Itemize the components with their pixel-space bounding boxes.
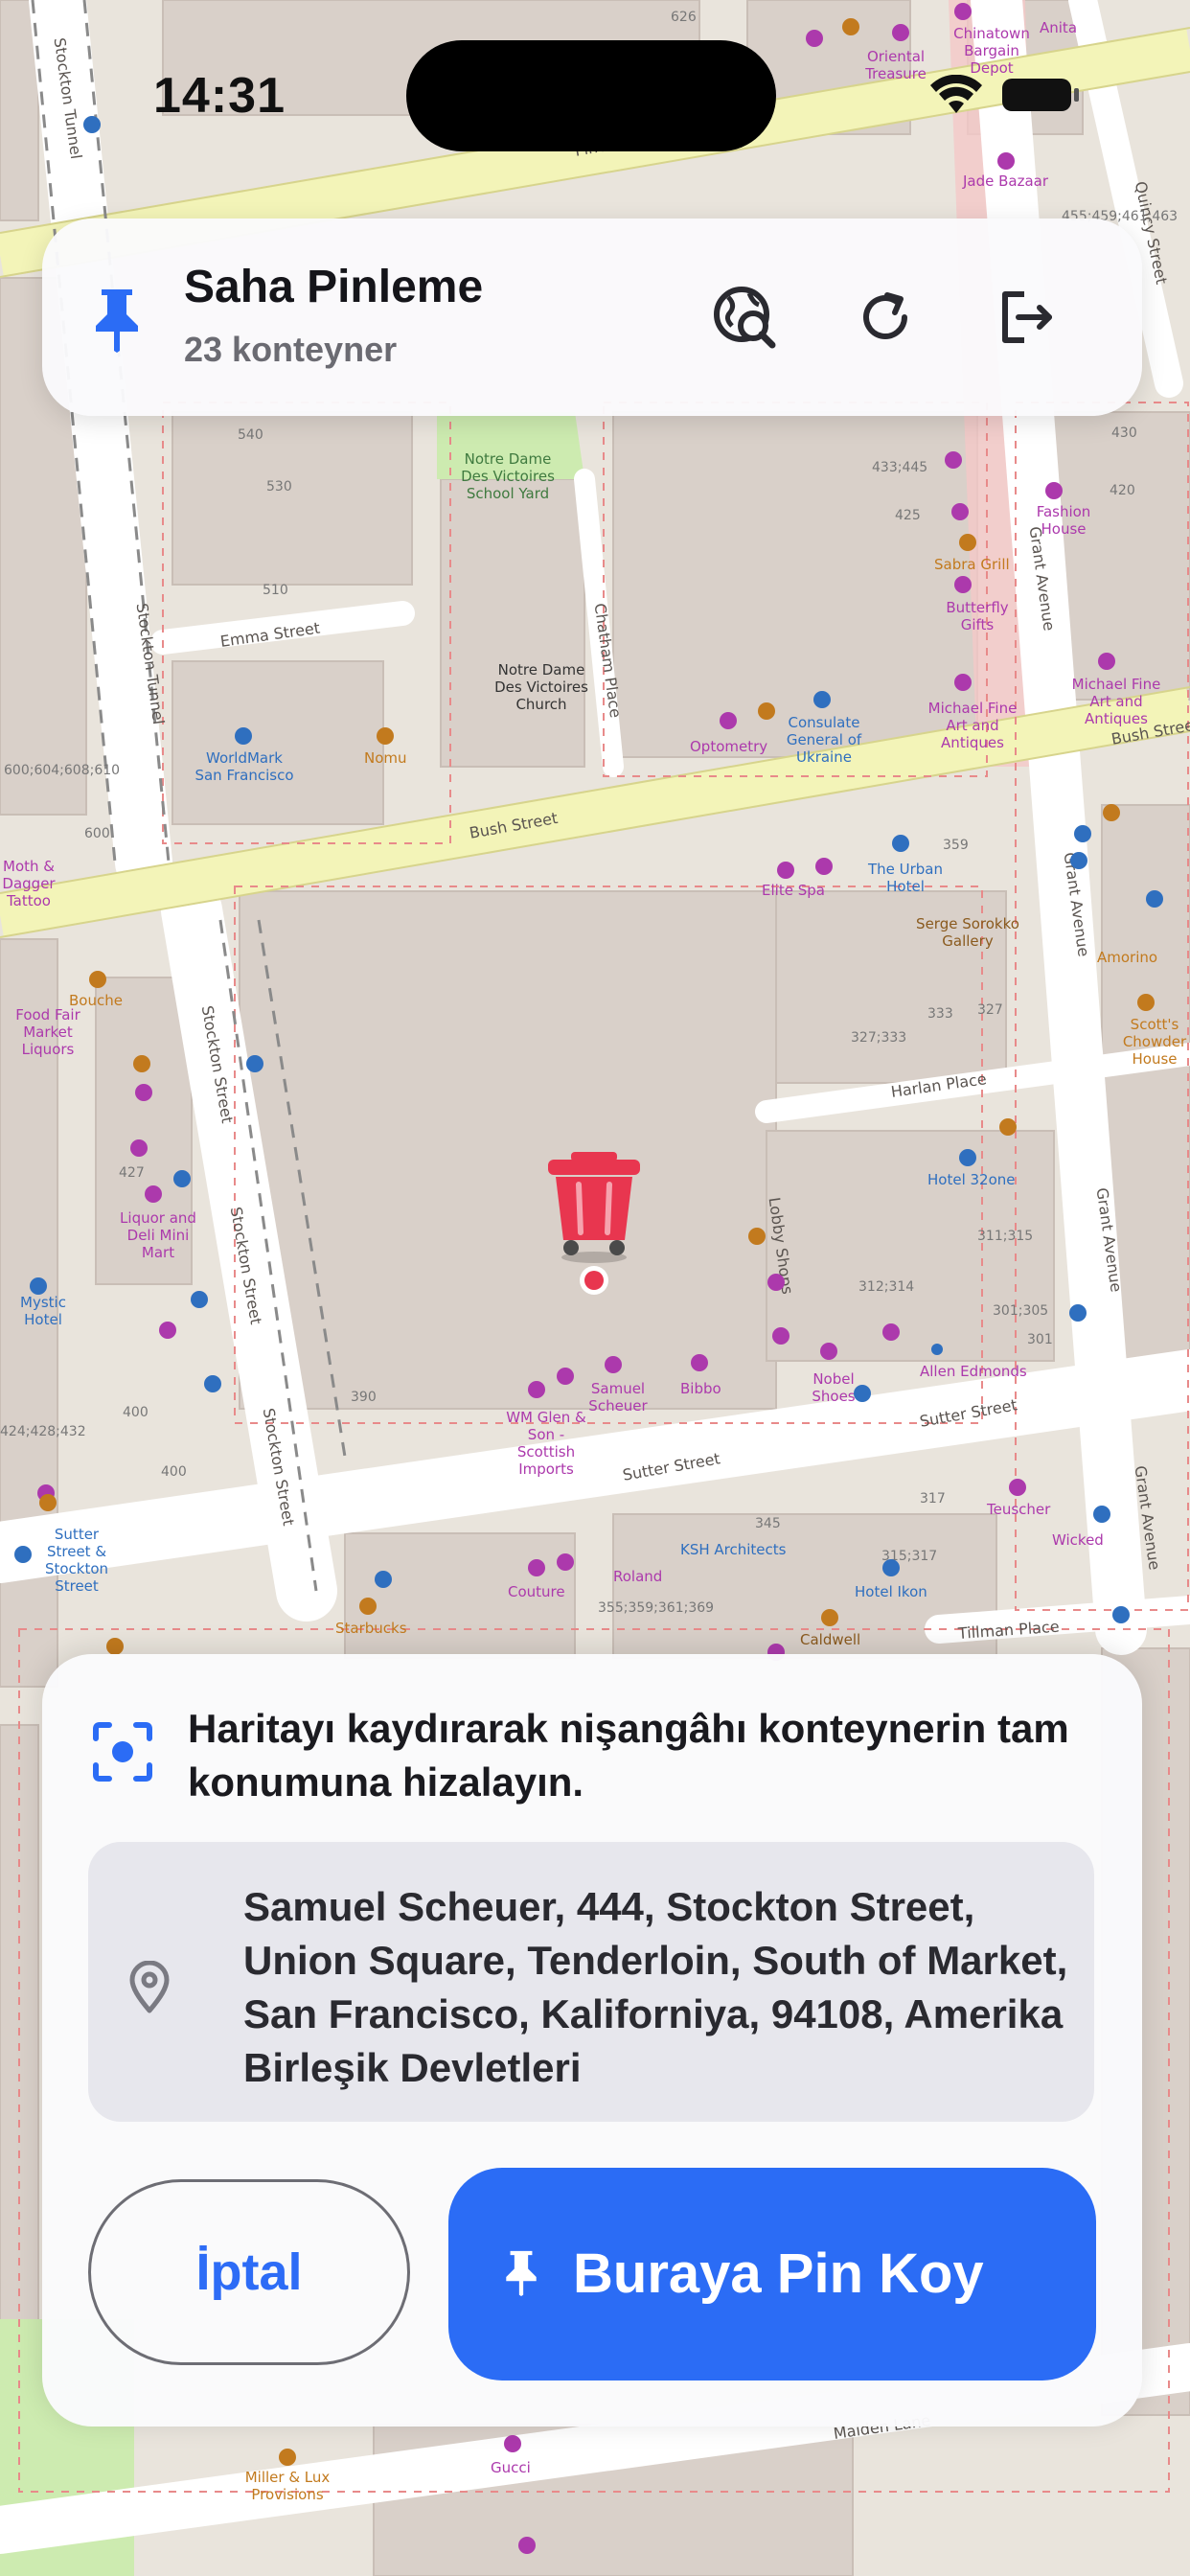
house-number: 315;317 (881, 1549, 938, 1564)
house-number: 400 (123, 1405, 149, 1420)
dynamic-island (406, 40, 776, 151)
logout-button[interactable] (985, 278, 1067, 360)
house-number: 311;315 (977, 1229, 1034, 1244)
poi-label: Wicked (1052, 1531, 1104, 1549)
poi-label: Mystic Hotel (20, 1294, 66, 1328)
poi-label: Notre Dame Des Victoires School Yard (461, 450, 555, 502)
poi-label: Optometry (690, 738, 768, 755)
status-icons (929, 74, 1081, 120)
wifi-icon (929, 74, 983, 120)
poi-label: Oriental Treasure (865, 48, 927, 82)
poi-label: Nomu (364, 749, 407, 767)
instruction-text: Haritayı kaydırarak nişangâhı konteyneri… (188, 1706, 1069, 1805)
house-number: 312;314 (858, 1279, 915, 1295)
confirm-pin-button[interactable]: Buraya Pin Koy (448, 2168, 1096, 2380)
crosshair-focus-icon (92, 1721, 153, 1787)
pin-icon (90, 286, 144, 357)
poi-label: Butterfly Gifts (946, 599, 1009, 633)
poi-label: Amorino (1097, 949, 1158, 966)
poi-label: Notre Dame Des Victoires Church (494, 661, 588, 713)
poi-label: Hotel 32one (927, 1171, 1016, 1188)
poi-label: Consulate General of Ukraine (786, 714, 862, 766)
poi-label: Liquor and Deli Mini Mart (120, 1209, 196, 1261)
house-number: 317 (920, 1491, 946, 1506)
globe-search-button[interactable] (703, 278, 786, 360)
poi-label: Bouche (69, 992, 123, 1009)
poi-label: Michael Fine Art and Antiques (927, 700, 1018, 751)
poi-label: Sutter Street & Stockton Street (44, 1526, 109, 1595)
house-number: 510 (263, 583, 288, 598)
poi-label: KSH Architects (680, 1541, 787, 1558)
house-number: 301 (1027, 1332, 1053, 1347)
poi-label: Couture (508, 1583, 565, 1600)
poi-label: Chinatown Bargain Depot (953, 25, 1030, 77)
status-time: 14:31 (153, 68, 286, 124)
poi-label: Michael Fine Art and Antiques (1071, 676, 1161, 727)
location-pin-icon (128, 1960, 171, 2019)
poi-label: Caldwell (800, 1631, 861, 1648)
house-number: 424;428;432 (0, 1424, 86, 1439)
confirm-pin-label: Buraya Pin Koy (573, 2242, 984, 2305)
house-number: 355;359;361;369 (598, 1600, 715, 1616)
trash-bin-icon (542, 1152, 646, 1307)
poi-label: Bibbo (680, 1380, 721, 1397)
house-number: 333 (927, 1006, 953, 1022)
poi-label: Scott's Chowder House (1122, 1016, 1187, 1068)
poi-label: Anita (1040, 19, 1078, 36)
poi-label: Allen Edmonds (920, 1363, 1027, 1380)
house-number: 600;604;608;610 (4, 763, 121, 778)
poi-label: Starbucks (335, 1620, 407, 1637)
house-number: 530 (266, 479, 292, 494)
house-number: 327 (977, 1002, 1003, 1018)
house-number: 359 (943, 838, 969, 853)
page-title: Saha Pinleme (184, 262, 484, 312)
poi-label: Moth & Dagger Tattoo (2, 858, 56, 909)
house-number: 600 (84, 826, 110, 841)
house-number: 427 (119, 1165, 145, 1181)
house-number: 425 (895, 508, 921, 523)
battery-icon (1000, 75, 1081, 120)
house-number: 420 (1110, 483, 1135, 498)
house-number: 327;333 (851, 1030, 907, 1046)
address-box: Samuel Scheuer, 444, Stockton Street, Un… (88, 1842, 1094, 2122)
refresh-icon (857, 288, 916, 352)
container-count: 23 konteyner (184, 330, 398, 369)
poi-label: Sabra Grill (934, 556, 1010, 573)
poi-label: Teuscher (987, 1501, 1051, 1518)
poi-label: Jade Bazaar (963, 172, 1049, 190)
poi-label: Gucci (491, 2459, 531, 2476)
poi-label: Roland (613, 1568, 663, 1585)
poi-label: Fashion House (1036, 503, 1091, 538)
house-number: 430 (1111, 426, 1137, 441)
globe-search-icon (711, 284, 778, 356)
poi-label: Food Fair Market Liquors (15, 1006, 80, 1058)
house-number: 390 (351, 1390, 377, 1405)
house-number: 433;445 (872, 460, 928, 475)
poi-label: Hotel Ikon (855, 1583, 927, 1600)
poi-label: Elite Spa (762, 882, 825, 899)
crosshair-marker (542, 1150, 646, 1308)
pin-sheet: Haritayı kaydırarak nişangâhı konteyneri… (42, 1654, 1142, 2426)
logout-icon (995, 287, 1057, 353)
poi-label: Miller & Lux Provisions (244, 2469, 331, 2503)
refresh-button[interactable] (845, 278, 927, 360)
poi-label: WorldMark San Francisco (195, 749, 294, 784)
house-number: 626 (671, 10, 697, 25)
poi-label: WM Glen & Son - Scottish Imports (506, 1409, 586, 1478)
house-number: 345 (755, 1516, 781, 1531)
house-number: 540 (238, 427, 263, 443)
cancel-button[interactable]: İptal (88, 2179, 410, 2365)
house-number: 400 (161, 1464, 187, 1480)
poi-label: Nobel Shoes (812, 1370, 856, 1405)
poi-label: The Urban Hotel (867, 861, 944, 895)
house-number: 301;305 (993, 1303, 1049, 1319)
poi-label: Serge Sorokko Gallery (916, 915, 1019, 950)
header-card: Saha Pinleme 23 konteyner (42, 218, 1142, 416)
pin-icon (502, 2247, 540, 2302)
address-text: Samuel Scheuer, 444, Stockton Street, Un… (243, 1884, 1068, 2090)
